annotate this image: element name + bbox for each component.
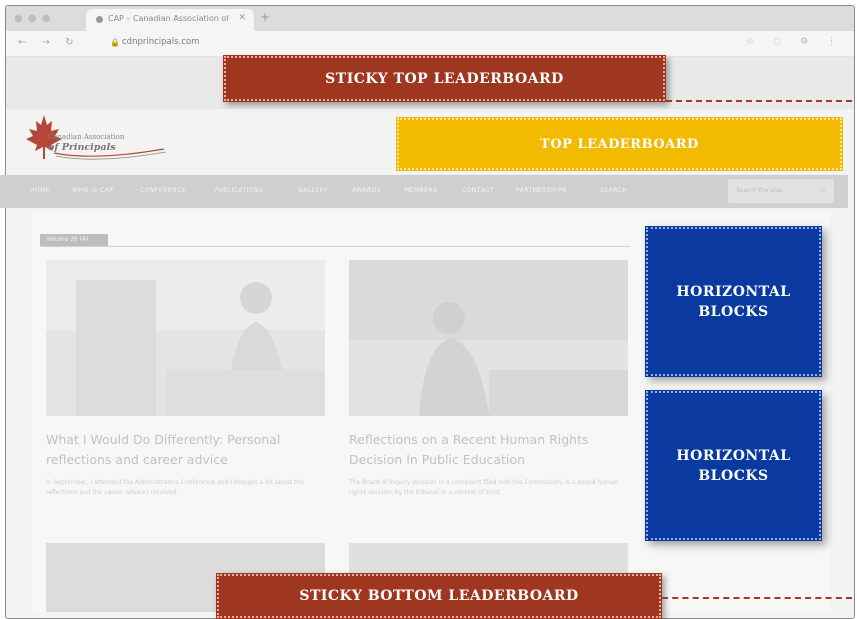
article-excerpt-2: The Board of Inquiry decision in a compl…: [349, 479, 619, 496]
tab-title: CAP – Canadian Association of Principals: [108, 14, 228, 23]
search-icon[interactable]: ⌕: [820, 184, 826, 195]
nav-item-conference[interactable]: CONFERENCE: [140, 187, 186, 194]
site-search-input[interactable]: Search the site... ⌕: [728, 179, 834, 203]
ad-horizontal-blocks-2[interactable]: HORIZONTAL BLOCKS: [645, 390, 822, 541]
favicon-icon: [96, 16, 103, 23]
nav-item-members[interactable]: MEMBERS: [404, 187, 438, 194]
ad-horizontal-blocks-1[interactable]: HORIZONTAL BLOCKS: [645, 226, 822, 377]
nav-item-search[interactable]: SEARCH: [600, 187, 627, 194]
address-bar: ← → ↻ 🔒 cdnprincipals.com ☆ ◌ ⚙ ⋮: [6, 31, 854, 57]
main-nav: HOME WHO IS CAP CONFERENCE PUBLICATIONS …: [0, 175, 848, 208]
ad-label: HORIZONTAL BLOCKS: [676, 447, 791, 484]
ad-label: HORIZONTAL BLOCKS: [676, 283, 791, 320]
nav-item-who-is-cap[interactable]: WHO IS CAP: [72, 187, 113, 194]
search-placeholder: Search the site...: [736, 187, 787, 194]
tab-bar: ● ● ● CAP – Canadian Association of Prin…: [6, 6, 854, 31]
new-tab-button[interactable]: +: [260, 10, 270, 24]
ad-label: STICKY TOP LEADERBOARD: [325, 70, 564, 87]
url-input[interactable]: cdnprincipals.com: [122, 37, 199, 47]
ad-sticky-bottom-guide-line: [662, 597, 852, 599]
ad-top-leaderboard[interactable]: TOP LEADERBOARD: [396, 117, 843, 171]
ad-label: STICKY BOTTOM LEADERBOARD: [299, 588, 579, 604]
ad-label: TOP LEADERBOARD: [540, 136, 699, 152]
nav-item-awards[interactable]: AWARDS: [352, 187, 381, 194]
nav-item-gallery[interactable]: GALLERY: [298, 187, 328, 194]
browser-tab[interactable]: CAP – Canadian Association of Principals…: [86, 9, 254, 31]
tab-close-icon[interactable]: ✕: [238, 13, 246, 23]
window-controls[interactable]: ● ● ●: [14, 13, 52, 24]
logo-text-line1: Canadian Association: [48, 133, 125, 141]
article-image-1[interactable]: [46, 260, 325, 416]
ad-sticky-top-guide-line: [666, 100, 852, 102]
article-headline-2[interactable]: Reflections on a Recent Human Rights Dec…: [349, 430, 633, 470]
nav-item-publications[interactable]: PUBLICATIONS: [214, 187, 264, 194]
nav-buttons[interactable]: ← → ↻: [18, 37, 80, 48]
nav-item-partnerships[interactable]: PARTNERSHIPS: [516, 187, 567, 194]
article-headline-1[interactable]: What I Would Do Differently: Personal re…: [46, 430, 330, 470]
category-divider: [40, 246, 630, 247]
article-excerpt-1: In September, I attended the Administrat…: [46, 479, 304, 496]
nav-item-home[interactable]: HOME: [30, 187, 50, 194]
category-label-text: Volume 26 (4): [46, 236, 89, 243]
ad-sticky-top-leaderboard[interactable]: STICKY TOP LEADERBOARD: [223, 55, 666, 102]
nav-item-contact[interactable]: CONTACT: [462, 187, 494, 194]
browser-action-icons[interactable]: ☆ ◌ ⚙ ⋮: [746, 37, 844, 47]
article-image-2[interactable]: [349, 260, 628, 416]
ad-sticky-bottom-leaderboard[interactable]: STICKY BOTTOM LEADERBOARD: [216, 573, 662, 619]
logo-text-line2: of Principals: [48, 142, 116, 153]
lock-icon: 🔒: [110, 38, 120, 47]
